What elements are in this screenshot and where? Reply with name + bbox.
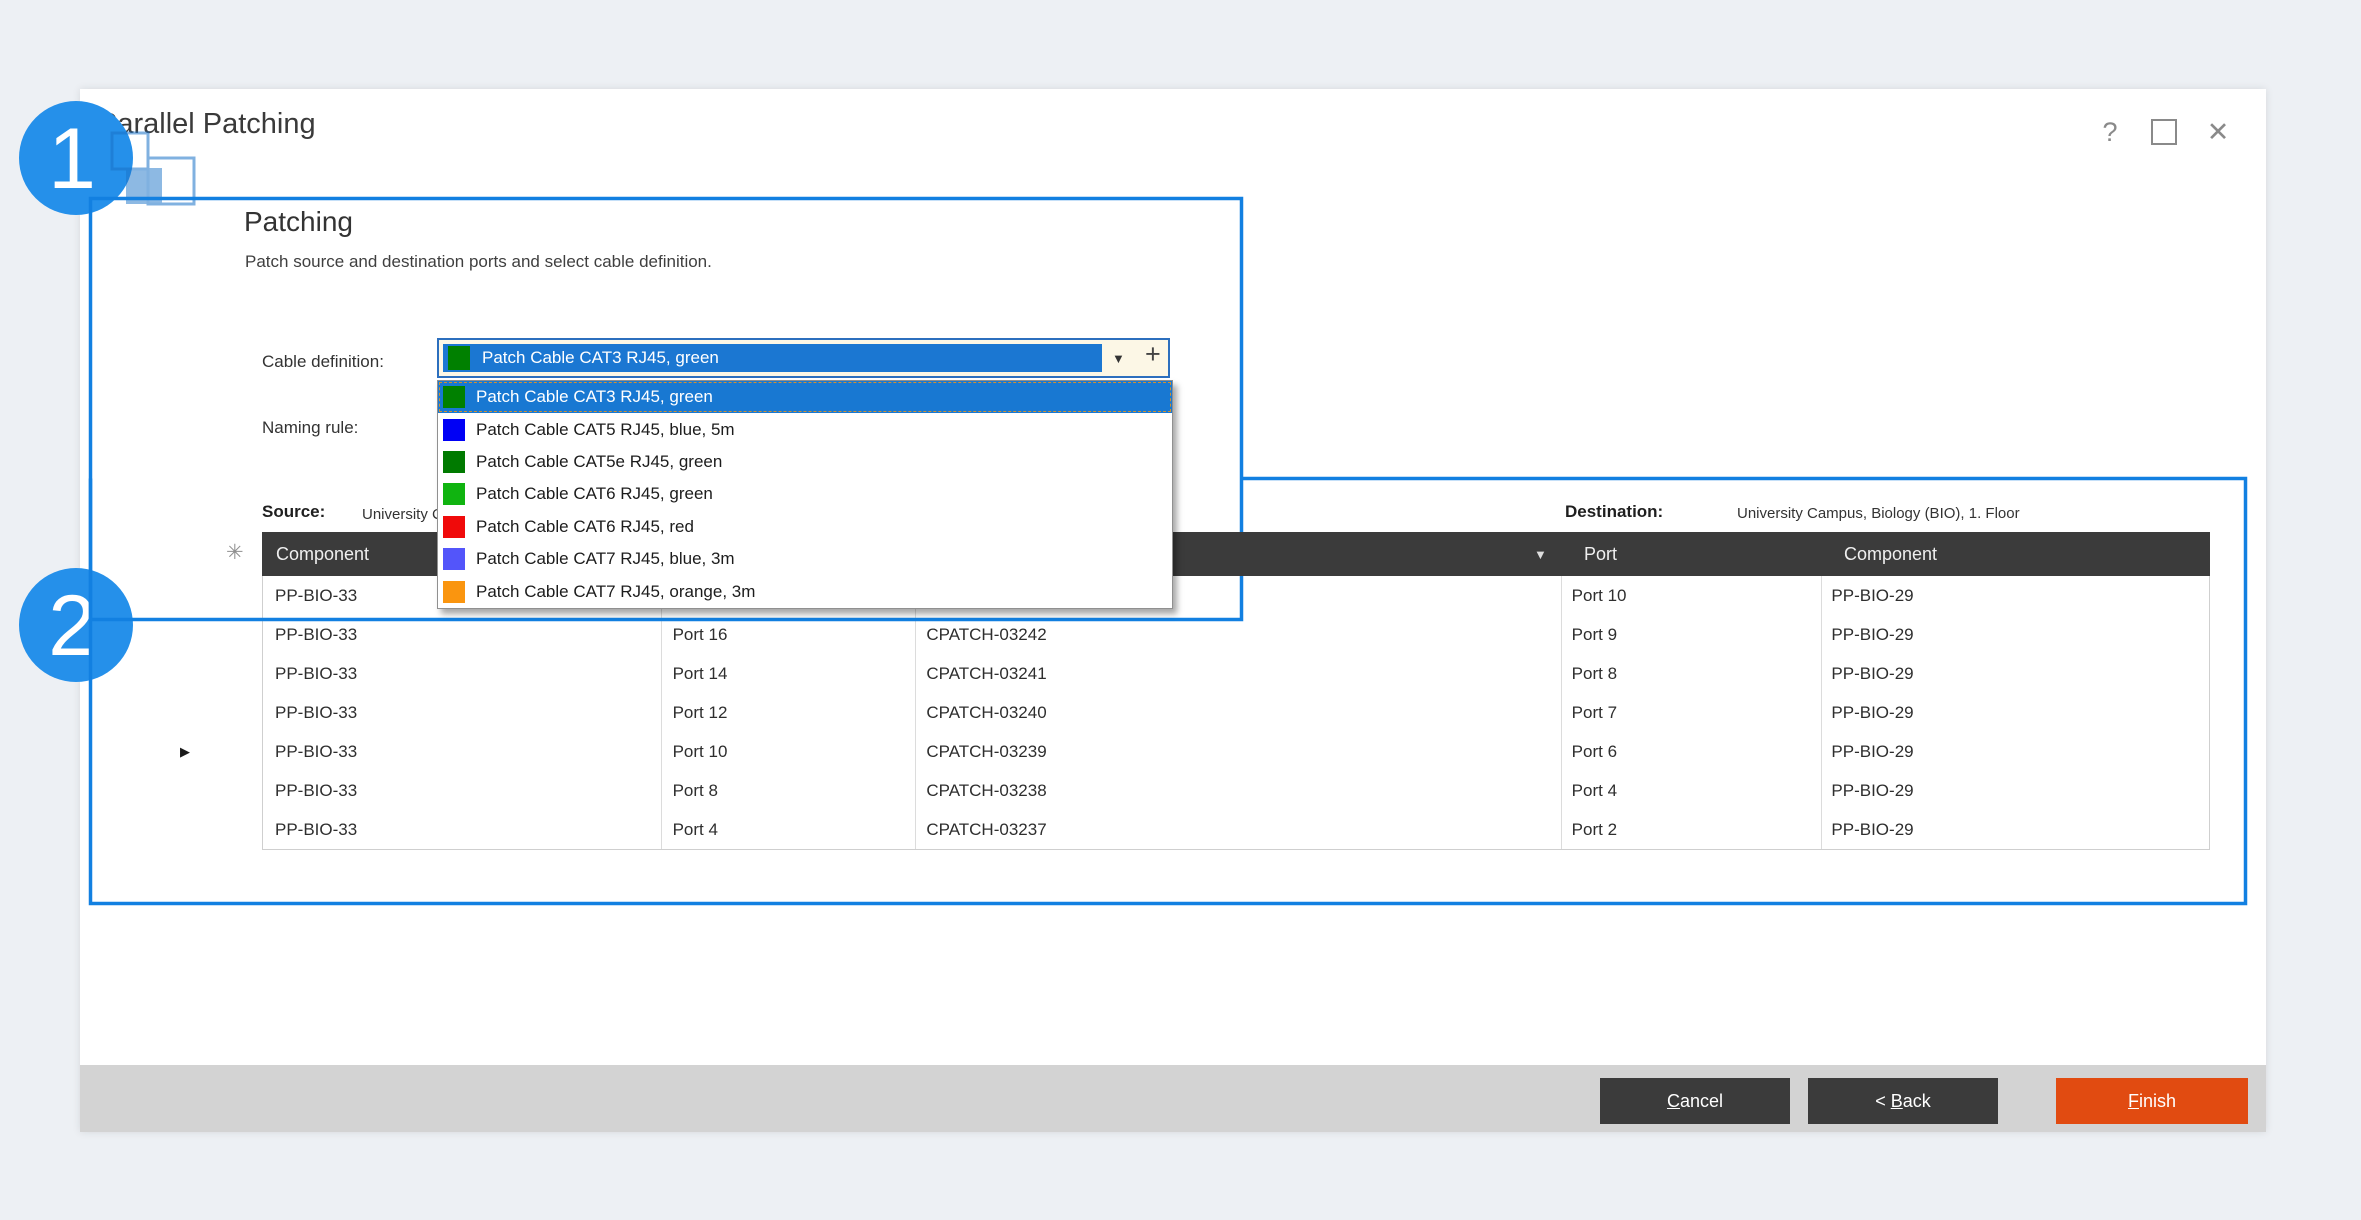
table-settings-icon[interactable]: ✳ — [226, 540, 244, 565]
help-button[interactable]: ? — [2088, 112, 2132, 152]
cable-definition-label: Cable definition: — [262, 352, 384, 372]
patching-table-body: PP-BIO-33 Port 10 PP-BIO-29 PP-BIO-33 Po… — [262, 576, 2210, 850]
combobox-dropdown-icon[interactable]: ▼ — [1112, 351, 1125, 366]
naming-rule-label: Naming rule: — [262, 418, 358, 438]
cell-dest-component: PP-BIO-29 — [1819, 654, 2209, 693]
dropdown-item[interactable]: Patch Cable CAT3 RJ45, green — [438, 381, 1172, 413]
cable-color-swatch — [443, 419, 465, 441]
cable-definition-dropdown-list: Patch Cable CAT3 RJ45, green Patch Cable… — [437, 380, 1173, 609]
current-row-pointer-icon: ▶ — [180, 744, 190, 760]
cable-color-swatch — [448, 346, 470, 370]
cell-source-component: PP-BIO-33 — [263, 811, 661, 850]
header-dest-port[interactable]: Port — [1584, 532, 1617, 576]
combobox-value-text: Patch Cable CAT3 RJ45, green — [482, 348, 719, 368]
cell-source-component: PP-BIO-33 — [263, 733, 661, 772]
maximize-button[interactable] — [2142, 112, 2186, 152]
cell-source-port: Port 8 — [661, 772, 915, 811]
cell-source-component: PP-BIO-33 — [263, 772, 661, 811]
table-row[interactable]: PP-BIO-33 Port 14 CPATCH-03241 Port 8 PP… — [263, 654, 2209, 693]
cell-source-component: PP-BIO-33 — [263, 615, 661, 654]
table-row[interactable]: PP-BIO-33 Port 4 CPATCH-03237 Port 2 PP-… — [263, 811, 2209, 850]
back-button[interactable]: < Back — [1808, 1078, 1998, 1124]
cable-color-swatch — [443, 386, 465, 408]
dropdown-item-label: Patch Cable CAT3 RJ45, green — [476, 387, 713, 407]
cell-dest-component: PP-BIO-29 — [1819, 811, 2209, 850]
dropdown-item[interactable]: Patch Cable CAT5e RJ45, green — [438, 446, 1172, 478]
dropdown-item-label: Patch Cable CAT5 RJ45, blue, 5m — [476, 420, 735, 440]
dropdown-item-label: Patch Cable CAT5e RJ45, green — [476, 452, 722, 472]
section-heading: Patching — [244, 206, 353, 238]
cable-definition-combobox[interactable]: Patch Cable CAT3 RJ45, green ▼ + — [437, 338, 1170, 378]
maximize-icon — [2151, 119, 2177, 145]
help-icon: ? — [2102, 117, 2117, 148]
dropdown-item-label: Patch Cable CAT7 RJ45, orange, 3m — [476, 582, 755, 602]
cell-cable: CPATCH-03240 — [914, 693, 1559, 732]
cable-color-swatch — [443, 516, 465, 538]
cancel-button[interactable]: Cancel — [1600, 1078, 1790, 1124]
add-cable-definition-icon[interactable]: + — [1145, 339, 1161, 370]
dropdown-item[interactable]: Patch Cable CAT5 RJ45, blue, 5m — [438, 413, 1172, 445]
dropdown-item-label: Patch Cable CAT6 RJ45, red — [476, 517, 694, 537]
cable-color-swatch — [443, 483, 465, 505]
cable-color-swatch — [443, 548, 465, 570]
dialog-title: Parallel Patching — [98, 108, 316, 141]
cell-source-port: Port 14 — [661, 654, 915, 693]
cell-dest-port: Port 4 — [1560, 772, 1820, 811]
cell-source-port: Port 10 — [661, 733, 915, 772]
page-background: Parallel Patching ? ✕ 1 2 Patching Patch… — [0, 0, 2361, 1220]
cell-dest-component: PP-BIO-29 — [1819, 693, 2209, 732]
combobox-selected-value: Patch Cable CAT3 RJ45, green — [443, 344, 1102, 372]
header-source-component[interactable]: Component — [276, 532, 369, 576]
dropdown-item-label: Patch Cable CAT6 RJ45, green — [476, 484, 713, 504]
cell-source-port: Port 16 — [661, 615, 915, 654]
table-row[interactable]: PP-BIO-33 Port 16 CPATCH-03242 Port 9 PP… — [263, 615, 2209, 654]
table-row[interactable]: PP-BIO-33 Port 8 CPATCH-03238 Port 4 PP-… — [263, 772, 2209, 811]
cell-cable: CPATCH-03238 — [914, 772, 1559, 811]
cell-cable: CPATCH-03241 — [914, 654, 1559, 693]
dropdown-item[interactable]: Patch Cable CAT6 RJ45, red — [438, 511, 1172, 543]
back-button-label: < Back — [1875, 1091, 1931, 1112]
cell-dest-port: Port 9 — [1560, 615, 1820, 654]
cell-source-component: PP-BIO-33 — [263, 654, 661, 693]
dropdown-item[interactable]: Patch Cable CAT7 RJ45, blue, 3m — [438, 543, 1172, 575]
cable-color-swatch — [443, 451, 465, 473]
destination-location: University Campus, Biology (BIO), 1. Flo… — [1737, 505, 2020, 522]
close-icon: ✕ — [2207, 117, 2230, 148]
dropdown-item[interactable]: Patch Cable CAT6 RJ45, green — [438, 478, 1172, 510]
cell-source-component: PP-BIO-33 — [263, 693, 661, 732]
table-row[interactable]: PP-BIO-33 Port 10 CPATCH-03239 Port 6 PP… — [263, 733, 2209, 772]
cable-color-swatch — [443, 581, 465, 603]
close-button[interactable]: ✕ — [2196, 112, 2240, 152]
source-label: Source: — [262, 502, 325, 522]
cell-cable: CPATCH-03237 — [914, 811, 1559, 850]
cell-source-port: Port 12 — [661, 693, 915, 732]
cell-source-port: Port 4 — [661, 811, 915, 850]
section-subtitle: Patch source and destination ports and s… — [245, 252, 712, 272]
cell-dest-port: Port 7 — [1560, 693, 1820, 732]
cancel-button-label: Cancel — [1667, 1091, 1723, 1112]
source-location: University C — [362, 506, 443, 523]
cell-dest-port: Port 2 — [1560, 811, 1820, 850]
cell-dest-component: PP-BIO-29 — [1819, 615, 2209, 654]
cell-dest-component: PP-BIO-29 — [1819, 772, 2209, 811]
cell-dest-component: PP-BIO-29 — [1819, 733, 2209, 772]
finish-button[interactable]: Finish — [2056, 1078, 2248, 1124]
table-row[interactable]: PP-BIO-33 Port 12 CPATCH-03240 Port 7 PP… — [263, 693, 2209, 732]
sort-descending-icon[interactable]: ▼ — [1534, 532, 1547, 576]
cell-cable: CPATCH-03242 — [914, 615, 1559, 654]
finish-button-label: Finish — [2128, 1091, 2176, 1112]
destination-label: Destination: — [1565, 502, 1663, 522]
cell-dest-component: PP-BIO-29 — [1819, 576, 2209, 615]
cell-dest-port: Port 6 — [1560, 733, 1820, 772]
header-dest-component[interactable]: Component — [1844, 532, 1937, 576]
cell-cable: CPATCH-03239 — [914, 733, 1559, 772]
cell-dest-port: Port 8 — [1560, 654, 1820, 693]
cell-dest-port: Port 10 — [1560, 576, 1820, 615]
dropdown-item[interactable]: Patch Cable CAT7 RJ45, orange, 3m — [438, 576, 1172, 608]
dropdown-item-label: Patch Cable CAT7 RJ45, blue, 3m — [476, 549, 735, 569]
